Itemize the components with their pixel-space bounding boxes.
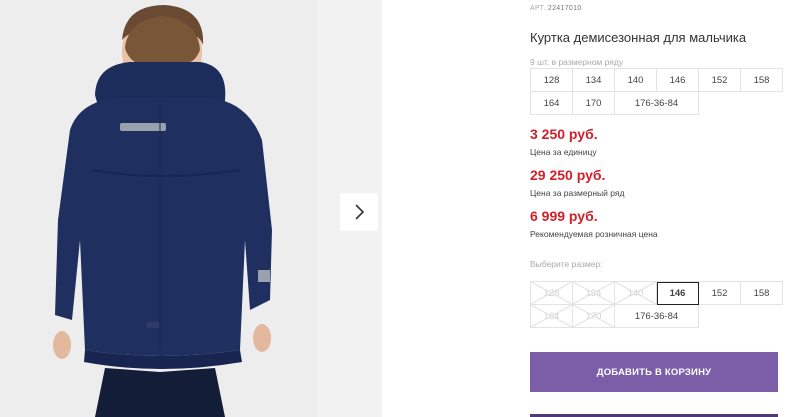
size-row-note: 9 шт. в размерном ряду [530,57,624,67]
size-option-146[interactable]: 146 [657,282,699,305]
unit-price: 3 250 руб. [530,126,598,142]
boy-in-jacket-image [0,0,317,417]
add-to-cart-button[interactable]: ДОБАВИТЬ В КОРЗИНУ [530,352,778,392]
retail-price-label: Рекомендуемая розничная цена [530,229,658,239]
product-gallery [0,0,382,417]
size-row-cell: 164 [531,92,573,115]
chevron-right-icon [355,204,365,220]
size-row-cell: 152 [699,69,741,92]
size-option-170: 170 [573,305,615,328]
sku-value: 22417010 [547,5,582,12]
next-image-button[interactable] [340,193,378,231]
size-row-table: 128 134 140 146 152 158 164 170 176-36-8… [530,68,783,115]
size-option-164: 164 [531,305,573,328]
size-row-cell: 176-36-84 [615,92,699,115]
size-row-cell: 146 [657,69,699,92]
size-row-cell: 128 [531,69,573,92]
size-option-176-36-84[interactable]: 176-36-84 [615,305,699,328]
size-row-cell: 134 [573,69,615,92]
size-row-cell: 140 [615,69,657,92]
size-option-128: 128 [531,282,573,305]
size-option-134: 134 [573,282,615,305]
retail-price: 6 999 руб. [530,208,598,224]
size-option-158[interactable]: 158 [741,282,783,305]
size-row-cell: 170 [573,92,615,115]
size-picker-label: Выберите размер: [530,259,603,269]
row-price-label: Цена за размерный ряд [530,188,625,198]
sku-label: АРТ. [530,5,546,12]
size-row-cell: 158 [741,69,783,92]
product-photo[interactable] [0,0,317,417]
unit-price-label: Цена за единицу [530,147,597,157]
size-option-140: 140 [615,282,657,305]
size-picker: 128 134 140 146 152 158 164 170 176-36-8… [530,281,783,328]
product-title: Куртка демисезонная для мальчика [530,30,747,45]
size-option-152[interactable]: 152 [699,282,741,305]
row-price: 29 250 руб. [530,167,606,183]
sku: АРТ. 22417010 [530,5,581,12]
